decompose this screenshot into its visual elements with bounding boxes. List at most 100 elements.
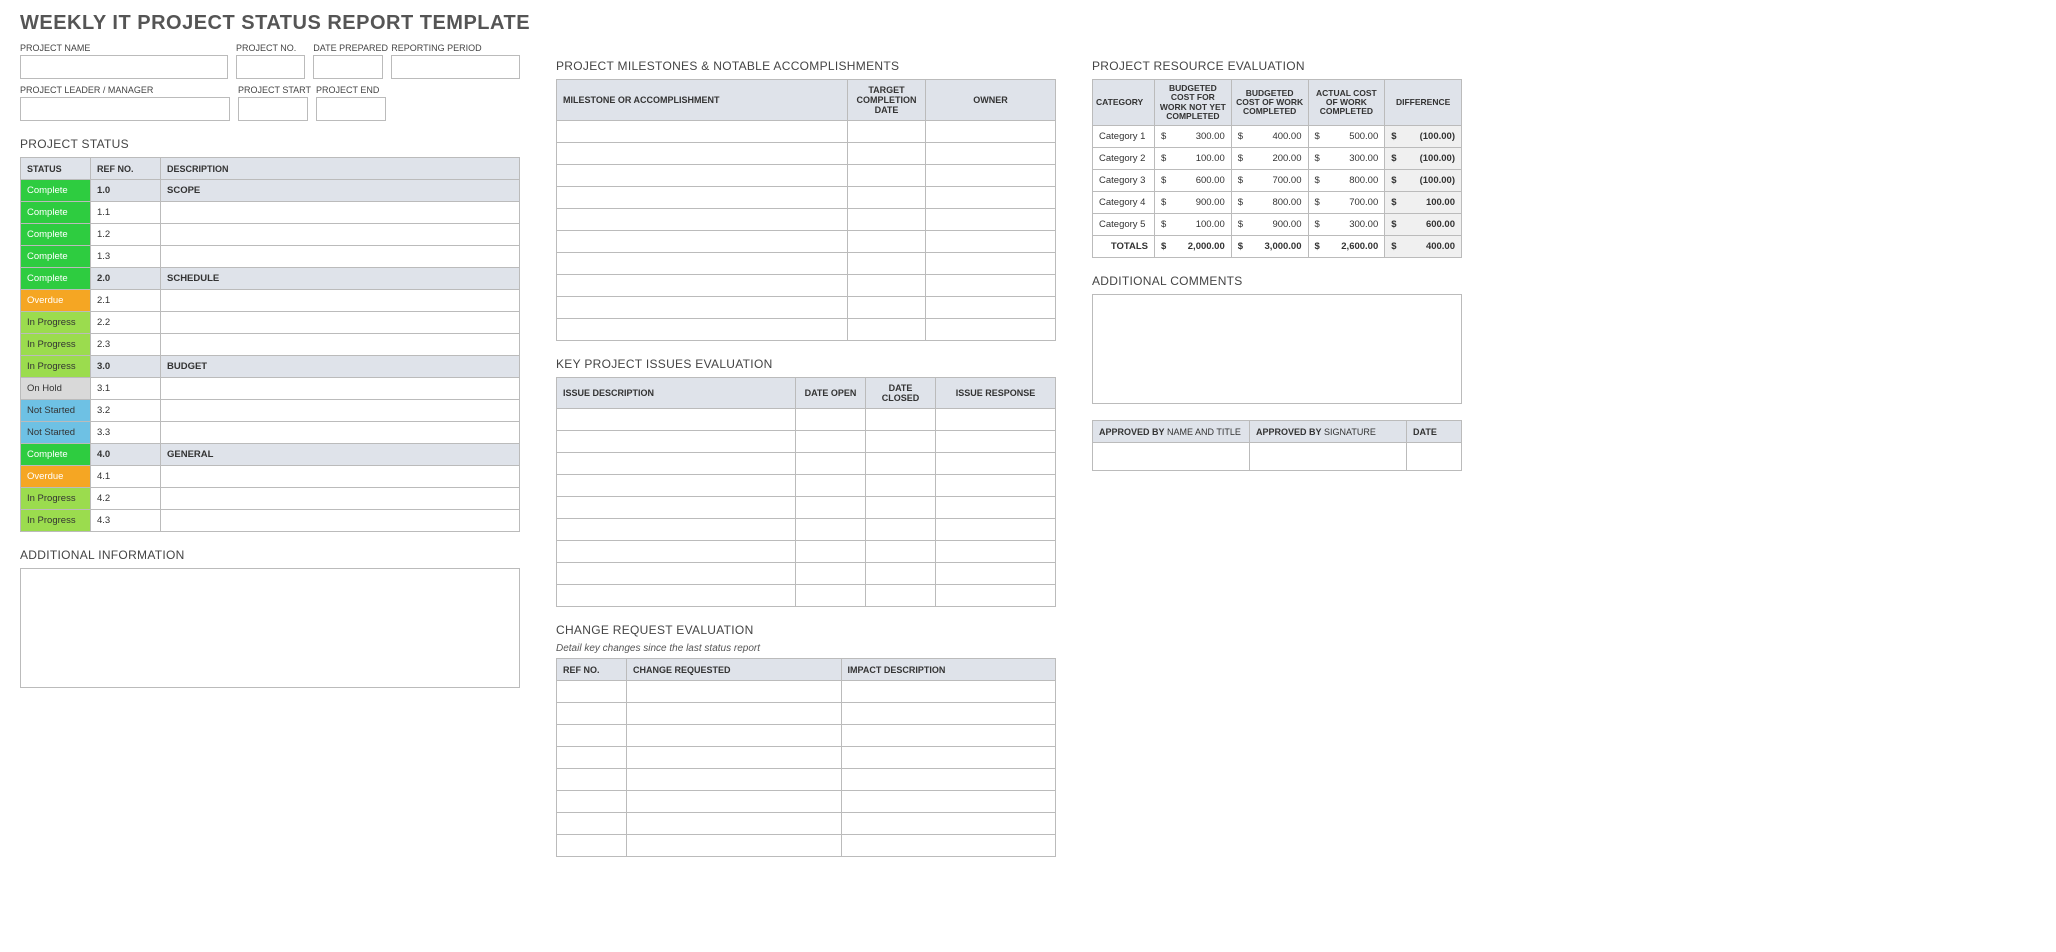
empty-cell[interactable] [848,187,926,209]
additional-info-box[interactable] [20,568,520,688]
meta-input[interactable] [238,97,308,121]
empty-cell[interactable] [936,541,1056,563]
empty-cell[interactable] [926,297,1056,319]
status-cell[interactable]: In Progress [21,356,91,378]
empty-cell[interactable] [926,319,1056,341]
empty-cell[interactable] [936,585,1056,607]
empty-cell[interactable] [796,431,866,453]
empty-cell[interactable] [557,453,796,475]
empty-cell[interactable] [866,409,936,431]
empty-cell[interactable] [926,187,1056,209]
status-cell[interactable]: Complete [21,180,91,202]
empty-cell[interactable] [627,813,842,835]
empty-cell[interactable] [841,725,1056,747]
empty-cell[interactable] [848,121,926,143]
meta-input[interactable] [316,97,386,121]
empty-cell[interactable] [627,769,842,791]
status-cell[interactable]: Complete [21,224,91,246]
empty-cell[interactable] [796,475,866,497]
empty-cell[interactable] [926,121,1056,143]
empty-cell[interactable] [557,187,848,209]
empty-cell[interactable] [557,231,848,253]
status-cell[interactable]: Complete [21,268,91,290]
empty-cell[interactable] [557,121,848,143]
meta-input[interactable] [20,97,230,121]
empty-cell[interactable] [796,497,866,519]
status-cell[interactable]: In Progress [21,312,91,334]
empty-cell[interactable] [557,747,627,769]
empty-cell[interactable] [848,231,926,253]
empty-cell[interactable] [557,813,627,835]
empty-cell[interactable] [866,541,936,563]
empty-cell[interactable] [557,143,848,165]
empty-cell[interactable] [796,519,866,541]
empty-cell[interactable] [557,253,848,275]
empty-cell[interactable] [557,703,627,725]
empty-cell[interactable] [926,143,1056,165]
empty-cell[interactable] [841,769,1056,791]
empty-cell[interactable] [926,231,1056,253]
empty-cell[interactable] [557,319,848,341]
empty-cell[interactable] [627,747,842,769]
meta-input[interactable] [236,55,305,79]
meta-input[interactable] [313,55,383,79]
status-cell[interactable]: In Progress [21,334,91,356]
empty-cell[interactable] [866,563,936,585]
status-cell[interactable]: In Progress [21,488,91,510]
empty-cell[interactable] [557,585,796,607]
empty-cell[interactable] [557,681,627,703]
status-cell[interactable]: In Progress [21,510,91,532]
empty-cell[interactable] [866,453,936,475]
empty-cell[interactable] [557,835,627,857]
status-cell[interactable]: Not Started [21,400,91,422]
empty-cell[interactable] [627,725,842,747]
status-cell[interactable]: Overdue [21,290,91,312]
empty-cell[interactable] [866,585,936,607]
approval-date-cell[interactable] [1407,443,1462,471]
empty-cell[interactable] [926,209,1056,231]
empty-cell[interactable] [926,165,1056,187]
empty-cell[interactable] [627,681,842,703]
empty-cell[interactable] [557,209,848,231]
empty-cell[interactable] [848,209,926,231]
empty-cell[interactable] [848,253,926,275]
status-cell[interactable]: Complete [21,444,91,466]
empty-cell[interactable] [557,165,848,187]
empty-cell[interactable] [557,563,796,585]
empty-cell[interactable] [848,143,926,165]
empty-cell[interactable] [557,497,796,519]
empty-cell[interactable] [926,275,1056,297]
empty-cell[interactable] [557,409,796,431]
empty-cell[interactable] [557,541,796,563]
empty-cell[interactable] [841,835,1056,857]
status-cell[interactable]: Overdue [21,466,91,488]
empty-cell[interactable] [796,409,866,431]
empty-cell[interactable] [796,453,866,475]
empty-cell[interactable] [866,519,936,541]
empty-cell[interactable] [841,791,1056,813]
empty-cell[interactable] [841,813,1056,835]
empty-cell[interactable] [848,297,926,319]
empty-cell[interactable] [627,791,842,813]
empty-cell[interactable] [936,475,1056,497]
status-cell[interactable]: Not Started [21,422,91,444]
empty-cell[interactable] [796,541,866,563]
approval-name-cell[interactable] [1093,443,1250,471]
empty-cell[interactable] [557,769,627,791]
meta-input[interactable] [391,55,520,79]
empty-cell[interactable] [936,563,1056,585]
empty-cell[interactable] [936,409,1056,431]
empty-cell[interactable] [936,497,1056,519]
status-cell[interactable]: Complete [21,202,91,224]
empty-cell[interactable] [627,835,842,857]
empty-cell[interactable] [866,431,936,453]
empty-cell[interactable] [936,431,1056,453]
empty-cell[interactable] [848,165,926,187]
empty-cell[interactable] [848,275,926,297]
empty-cell[interactable] [926,253,1056,275]
empty-cell[interactable] [841,703,1056,725]
empty-cell[interactable] [557,475,796,497]
empty-cell[interactable] [841,747,1056,769]
status-cell[interactable]: On Hold [21,378,91,400]
empty-cell[interactable] [557,297,848,319]
